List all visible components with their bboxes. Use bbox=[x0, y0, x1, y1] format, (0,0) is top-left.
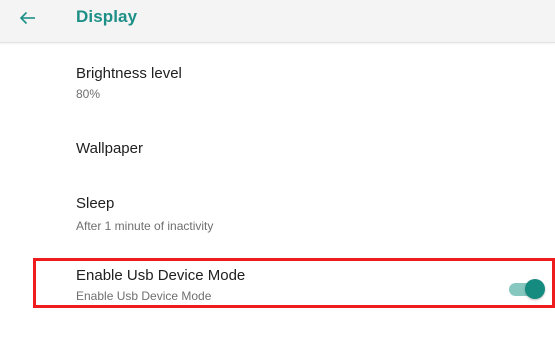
preference-title: Brightness level bbox=[76, 65, 182, 82]
display-settings-screen: Display Brightness level 80% Wallpaper S… bbox=[0, 0, 555, 339]
switch-thumb bbox=[525, 279, 545, 299]
preference-summary: Enable Usb Device Mode bbox=[76, 289, 212, 303]
preference-enable-usb-device-mode[interactable]: Enable Usb Device Mode Enable Usb Device… bbox=[0, 259, 555, 303]
preference-title: Sleep bbox=[76, 195, 115, 212]
back-button[interactable] bbox=[12, 4, 44, 32]
usb-device-mode-switch[interactable] bbox=[507, 279, 547, 299]
preference-brightness-level[interactable]: Brightness level 80% bbox=[0, 55, 555, 110]
page-title: Display bbox=[76, 7, 138, 26]
preference-summary: After 1 minute of inactivity bbox=[76, 219, 214, 233]
arrow-back-icon bbox=[19, 11, 35, 25]
preference-wallpaper[interactable]: Wallpaper bbox=[0, 124, 555, 174]
preference-summary: 80% bbox=[76, 87, 101, 101]
preference-title: Enable Usb Device Mode bbox=[76, 267, 246, 284]
preference-sleep[interactable]: Sleep After 1 minute of inactivity bbox=[0, 186, 555, 242]
preference-title: Wallpaper bbox=[76, 140, 143, 157]
app-bar: Display bbox=[0, 0, 555, 43]
